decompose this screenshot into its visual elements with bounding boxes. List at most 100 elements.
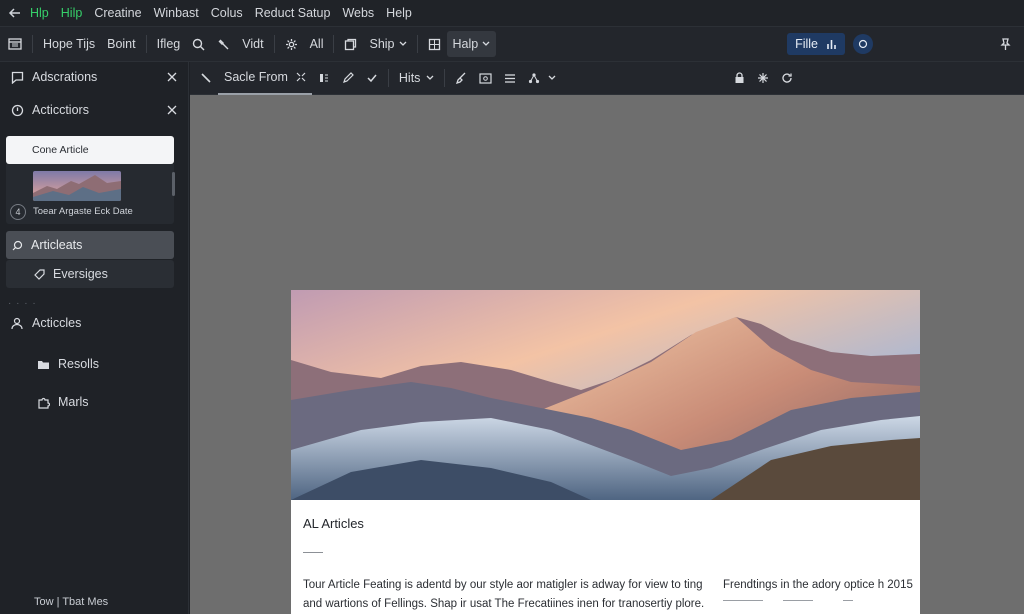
article-side-text: Frendtings in the adory optice h 2015 [723, 579, 913, 591]
copy-icon[interactable] [338, 31, 363, 57]
chevron-down-icon [426, 75, 434, 81]
sparkle-icon[interactable] [751, 62, 775, 95]
search-icon[interactable] [186, 31, 211, 57]
search-icon [12, 240, 23, 251]
toolbar-divider [145, 35, 147, 53]
halp-dropdown[interactable]: Halp [446, 31, 497, 57]
menu-item-hlp[interactable]: Hlp [30, 6, 49, 20]
wrench-icon[interactable] [211, 31, 236, 57]
thumbnail-image [33, 171, 121, 201]
source-from-tab[interactable]: Sacle From [218, 62, 312, 95]
thumbnail-card[interactable]: 4 Toear Argaste Eck Date [6, 164, 174, 224]
article-body-line: Tour Article Feating is adentd by our st… [303, 579, 703, 591]
sidebar-item-label: Marls [58, 395, 89, 409]
toolbar-right-group: Fille [787, 27, 1024, 61]
status-icon[interactable] [853, 34, 873, 54]
toolbar-divider [416, 35, 418, 53]
scrollbar-handle[interactable] [172, 172, 175, 196]
thumbnail-caption: Toear Argaste Eck Date [33, 206, 133, 217]
sidebar-item-label: Resolls [58, 357, 99, 371]
menu-item-colus[interactable]: Colus [211, 6, 243, 20]
main-toolbar: Hope Tijs Boint Ifleg Vidt All Ship Halp… [0, 26, 1024, 62]
toolbar-divider [387, 69, 389, 87]
brush-icon[interactable] [449, 62, 473, 95]
title-underline [303, 552, 323, 553]
sidebar-item-actictions[interactable]: Acticctiors [0, 95, 189, 125]
share-dropdown[interactable] [522, 62, 562, 95]
menu-bar: Hlp Hilp Creatine Winbast Colus Reduct S… [0, 0, 1024, 26]
refresh-icon[interactable] [775, 62, 799, 95]
sidebar-item-label: Acticctiors [32, 103, 89, 117]
editor-canvas[interactable]: AL Articles Tour Article Feating is aden… [190, 95, 1024, 614]
info-icon [8, 104, 26, 117]
halp-label: Halp [452, 37, 479, 51]
people-icon [8, 317, 26, 330]
toolbar-divider [273, 35, 275, 53]
image-icon[interactable] [473, 62, 498, 95]
chevron-down-icon [548, 75, 556, 81]
all-button[interactable]: All [304, 31, 330, 57]
pencil-icon[interactable] [336, 62, 360, 95]
network-icon [528, 72, 540, 84]
sidebar-item-annotations[interactable]: Adscrations [0, 62, 189, 92]
menu-item-creatine[interactable]: Creatine [94, 6, 141, 20]
editor-toolbar: Sacle From Hits [190, 62, 1024, 95]
close-icon[interactable] [167, 105, 177, 115]
ship-label: Ship [369, 37, 395, 51]
file-button[interactable]: Fille [787, 33, 845, 55]
back-arrow-icon[interactable] [0, 6, 30, 20]
source-from-label: Sacle From [224, 70, 288, 84]
menu-item-hilp[interactable]: Hilp [61, 6, 83, 20]
puzzle-icon [34, 396, 52, 409]
sidebar-item-marls[interactable]: Marls [0, 387, 189, 417]
align-icon[interactable] [498, 62, 522, 95]
list-icon[interactable] [312, 62, 336, 95]
ifleg-button[interactable]: Ifleg [151, 31, 187, 57]
sidebar-item-label: Acticcles [32, 316, 82, 330]
thumbnail-number: 4 [10, 204, 26, 220]
menu-item-winbast[interactable]: Winbast [154, 6, 199, 20]
close-icon[interactable] [167, 72, 177, 82]
vidt-button[interactable]: Vidt [236, 31, 269, 57]
expand-icon [296, 72, 306, 82]
sidebar-item-label: Articleats [31, 238, 83, 252]
grid-icon[interactable] [422, 31, 447, 57]
sidebar-item-eversiges[interactable]: Eversiges [6, 260, 174, 288]
menu-item-reduct-satup[interactable]: Reduct Satup [255, 6, 331, 20]
sidebar-item-articleats[interactable]: Articleats [6, 231, 174, 259]
hero-image [291, 290, 920, 500]
boint-button[interactable]: Boint [101, 31, 142, 57]
sidebar-item-resolls[interactable]: Resolls [0, 349, 189, 379]
pen-icon[interactable] [194, 62, 218, 95]
sidebar-item-label: Eversiges [53, 267, 108, 281]
article-side-placeholder [723, 600, 863, 608]
article-title: AL Articles [303, 516, 364, 531]
chevron-down-icon [399, 41, 407, 47]
sidebar-item-acticcles[interactable]: Acticcles [0, 308, 189, 338]
hits-dropdown[interactable]: Hits [393, 62, 441, 95]
toolbar-divider [32, 35, 33, 53]
ship-dropdown[interactable]: Ship [363, 31, 412, 57]
gear-icon[interactable] [279, 31, 304, 57]
hope-tijs-button[interactable]: Hope Tijs [37, 31, 101, 57]
lock-icon[interactable] [728, 62, 751, 95]
tag-icon [34, 268, 45, 280]
document-card[interactable]: Cone Article [6, 136, 174, 164]
menu-item-help[interactable]: Help [386, 6, 412, 20]
sidebar-footer: Tow | Tbat Mes [34, 596, 109, 608]
hits-label: Hits [398, 71, 421, 85]
chart-icon [826, 39, 837, 50]
layout-icon[interactable] [2, 31, 28, 57]
toolbar-divider [333, 35, 335, 53]
toolbar-divider [444, 69, 446, 87]
article-body-line: and wartions of Fellings. Shap ir usat T… [303, 598, 705, 610]
file-button-label: Fille [795, 37, 818, 51]
check-icon[interactable] [360, 62, 384, 95]
sidebar-item-label: Adscrations [32, 70, 98, 84]
menu-item-webs[interactable]: Webs [342, 6, 374, 20]
article-page[interactable]: AL Articles Tour Article Feating is aden… [291, 290, 920, 614]
chevron-down-icon [482, 41, 490, 47]
sidebar: Adscrations Acticctiors Cone Article 4 T… [0, 62, 189, 614]
pin-icon[interactable] [993, 31, 1018, 57]
folder-icon [34, 359, 52, 370]
